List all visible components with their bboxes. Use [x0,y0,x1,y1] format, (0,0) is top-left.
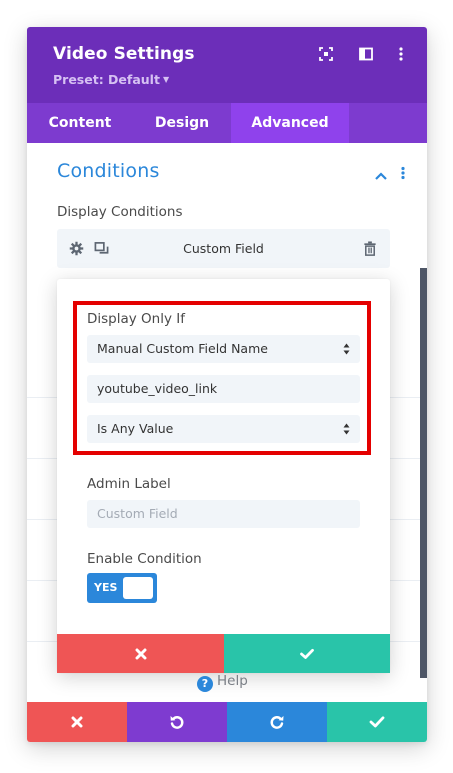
custom-field-name-value: youtube_video_link [97,381,218,396]
video-settings-modal: Video Settings Preset: Default ▼ Content… [27,27,427,742]
close-icon [71,716,83,728]
preset-label: Preset: Default [53,72,160,87]
modal-title: Video Settings [53,44,195,64]
redo-button[interactable] [227,702,327,742]
enable-condition-label: Enable Condition [87,551,202,567]
check-icon [300,648,314,659]
trash-icon[interactable] [363,241,377,260]
select-arrows-icon [343,343,350,355]
scrollbar[interactable] [420,268,427,678]
select-arrows-icon [343,423,350,435]
toggle-knob [123,577,153,599]
toggle-yes-label: YES [94,581,118,594]
admin-label-label: Admin Label [87,476,171,492]
help-label: Help [217,673,248,689]
field-type-value: Manual Custom Field Name [97,341,268,356]
tab-content[interactable]: Content [27,103,133,143]
condition-item[interactable]: Custom Field [57,229,390,268]
modal-header: Video Settings Preset: Default ▼ [27,27,427,103]
admin-label-input[interactable]: Custom Field [87,500,360,528]
save-button[interactable] [327,702,427,742]
close-icon [135,648,146,659]
popup-confirm-button[interactable] [224,634,390,673]
field-type-select[interactable]: Manual Custom Field Name [87,335,360,363]
discard-button[interactable] [27,702,127,742]
help-link[interactable]: ? Help [197,673,248,692]
redo-icon [270,716,284,729]
chevron-up-icon[interactable] [374,166,388,185]
enable-condition-toggle[interactable]: YES [87,573,157,603]
custom-field-name-input[interactable]: youtube_video_link [87,375,360,403]
tab-design[interactable]: Design [133,103,231,143]
tab-advanced[interactable]: Advanced [231,103,349,143]
comparison-value: Is Any Value [97,421,174,436]
check-icon [369,716,385,728]
tab-bar: Content Design Advanced [27,103,427,143]
preset-selector[interactable]: Preset: Default ▼ [53,72,169,87]
section-more-icon[interactable] [399,165,407,184]
display-conditions-label: Display Conditions [57,204,183,220]
undo-icon [170,716,184,729]
caret-down-icon: ▼ [162,75,170,84]
popup-cancel-button[interactable] [57,634,224,673]
help-circle-icon: ? [197,676,213,692]
comparison-select[interactable]: Is Any Value [87,415,360,443]
condition-name: Custom Field [183,241,264,256]
undo-button[interactable] [127,702,227,742]
sidebar-layout-icon[interactable] [358,46,374,62]
more-vertical-icon[interactable] [393,46,409,62]
display-only-if-label: Display Only If [87,311,186,327]
section-title[interactable]: Conditions [57,160,160,182]
expand-icon[interactable] [318,46,334,62]
admin-label-placeholder: Custom Field [97,506,178,521]
